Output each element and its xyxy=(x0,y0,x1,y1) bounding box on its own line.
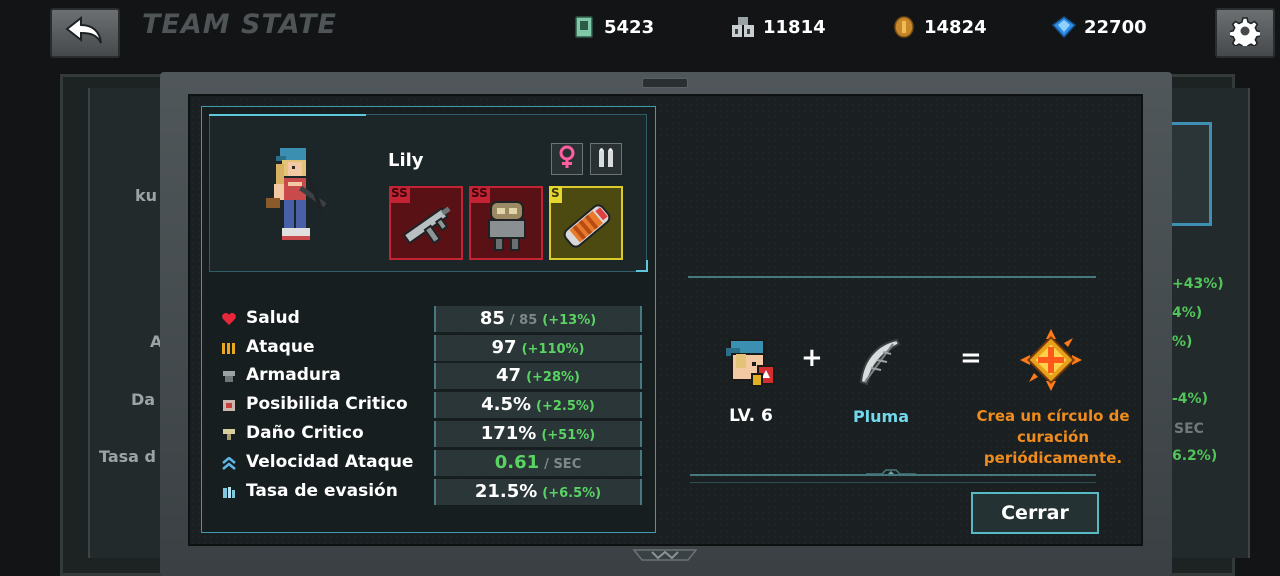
stat-value-box: 0.61 / SEC xyxy=(434,450,642,476)
stat-value: 21.5% xyxy=(474,481,538,502)
stat-label: Tasa de evasión xyxy=(246,481,398,501)
screen-title: TEAM STATE xyxy=(142,9,337,40)
close-button[interactable]: Cerrar xyxy=(971,492,1099,534)
skill-divider-top xyxy=(688,276,1096,278)
plus-sign: + xyxy=(801,343,823,373)
weapon-type-tag xyxy=(590,143,622,175)
healing-circle-skill-icon xyxy=(1020,329,1082,391)
card-accent-line xyxy=(209,114,366,116)
cards-value: 5423 xyxy=(604,16,655,38)
ammo-value: 11814 xyxy=(763,16,826,38)
equals-sign: = xyxy=(960,343,982,373)
stat-label: Ataque xyxy=(246,337,315,357)
background-text: Da xyxy=(131,390,156,409)
stat-value-box: 21.5% (+6.5%) xyxy=(434,479,642,505)
skill-divider-bottom-thin xyxy=(690,482,1096,483)
stat-row-crit-chance: Posibilida Critico 4.5% (+2.5%) xyxy=(218,392,642,418)
gems-value: 22700 xyxy=(1084,16,1147,38)
stat-value-box: 97 (+110%) xyxy=(434,335,642,361)
heart-icon xyxy=(221,311,237,327)
gear-icon xyxy=(1228,16,1262,51)
background-text: ku xyxy=(135,186,158,205)
background-text: %) xyxy=(1172,334,1193,350)
crit-damage-icon xyxy=(221,426,237,442)
equipment-slot-armor[interactable]: SS xyxy=(469,186,543,260)
attack-bars-icon xyxy=(221,340,237,356)
stat-row-attack: Ataque 97 (+110%) xyxy=(218,335,642,361)
stat-label: Daño Critico xyxy=(246,423,364,443)
grenade-capsule-icon xyxy=(563,204,611,248)
gender-tag xyxy=(551,143,583,175)
stat-label: Posibilida Critico xyxy=(246,394,408,414)
coins-value: 14824 xyxy=(924,16,987,38)
character-sprite xyxy=(266,148,327,240)
stat-bonus: (+6.5%) xyxy=(542,486,602,501)
coin-icon xyxy=(892,15,916,39)
background-text: 4%) xyxy=(1172,305,1203,321)
stat-bonus: (+110%) xyxy=(521,342,585,357)
stat-value-box: 85 / 85 (+13%) xyxy=(434,306,642,332)
armor-icon xyxy=(221,368,237,384)
back-button[interactable] xyxy=(50,8,120,58)
currency-gems: 22700 xyxy=(1052,12,1147,42)
female-icon xyxy=(557,145,577,173)
skill-description: Crea un círculo de curación periódicamen… xyxy=(976,407,1130,467)
stat-value: 4.5% xyxy=(481,394,532,415)
stat-value: 85 xyxy=(479,308,505,329)
stat-value: 171% xyxy=(480,423,537,444)
stat-row-evasion: Tasa de evasión 21.5% (+6.5%) xyxy=(218,479,642,505)
stat-value-box: 4.5% (+2.5%) xyxy=(434,392,642,418)
stat-value-box: 47 (+28%) xyxy=(434,363,642,389)
stat-label: Velocidad Ataque xyxy=(246,452,414,472)
modal-bottom-emblem xyxy=(632,549,698,561)
character-name: Lily xyxy=(388,150,424,171)
equipment-slot-item[interactable]: S xyxy=(549,186,623,260)
submachine-gun-icon xyxy=(402,206,451,245)
stat-unit: / SEC xyxy=(544,457,582,472)
feather-icon xyxy=(859,338,901,386)
bullets-icon xyxy=(596,145,616,173)
ammo-crate-icon xyxy=(731,15,755,39)
settings-button[interactable] xyxy=(1215,8,1275,58)
stat-label: Armadura xyxy=(246,365,341,385)
stat-value: 47 xyxy=(496,365,522,386)
currency-coins: 14824 xyxy=(892,12,987,42)
stat-bonus: (+2.5%) xyxy=(536,399,595,414)
card-icon xyxy=(572,15,596,39)
robot-helmet-icon xyxy=(488,201,526,251)
background-text: Tasa d xyxy=(99,447,156,466)
stat-value-box: 171% (+51%) xyxy=(434,421,642,447)
background-text: +43%) xyxy=(1172,276,1224,292)
background-text: 6.2%) xyxy=(1172,448,1218,464)
background-text: -4%) xyxy=(1172,391,1208,407)
background-text: SEC xyxy=(1174,421,1204,437)
background-character-portrait xyxy=(1168,122,1212,226)
stat-value: 97 xyxy=(491,337,517,358)
stat-row-attack-speed: Velocidad Ataque 0.61 / SEC xyxy=(218,450,642,476)
skill-material-name: Pluma xyxy=(852,407,910,426)
evasion-icon xyxy=(221,484,237,500)
stat-row-armor: Armadura 47 (+28%) xyxy=(218,363,642,389)
stat-value: 0.61 xyxy=(494,452,540,473)
stat-max: / 85 xyxy=(509,313,538,328)
currency-cards: 5423 xyxy=(572,12,654,42)
divider-notch xyxy=(866,469,916,475)
equipment-slot-weapon[interactable]: SS xyxy=(389,186,463,260)
attack-speed-icon xyxy=(221,455,237,471)
stat-bonus: (+51%) xyxy=(541,428,596,443)
stat-row-crit-damage: Daño Critico 171% (+51%) xyxy=(218,421,642,447)
character-skill-portrait xyxy=(726,339,775,387)
stat-bonus: (+13%) xyxy=(542,313,597,328)
currency-ammo: 11814 xyxy=(731,12,826,42)
crit-chance-icon xyxy=(221,397,237,413)
card-corner-accent xyxy=(636,260,648,272)
stat-bonus: (+28%) xyxy=(526,370,580,385)
skill-level: LV. 6 xyxy=(729,406,773,426)
modal-top-latch xyxy=(642,78,688,88)
stat-label: Salud xyxy=(246,308,300,328)
gem-icon xyxy=(1052,15,1076,39)
back-arrow-icon xyxy=(65,15,105,50)
stat-row-health: Salud 85 / 85 (+13%) xyxy=(218,306,642,332)
